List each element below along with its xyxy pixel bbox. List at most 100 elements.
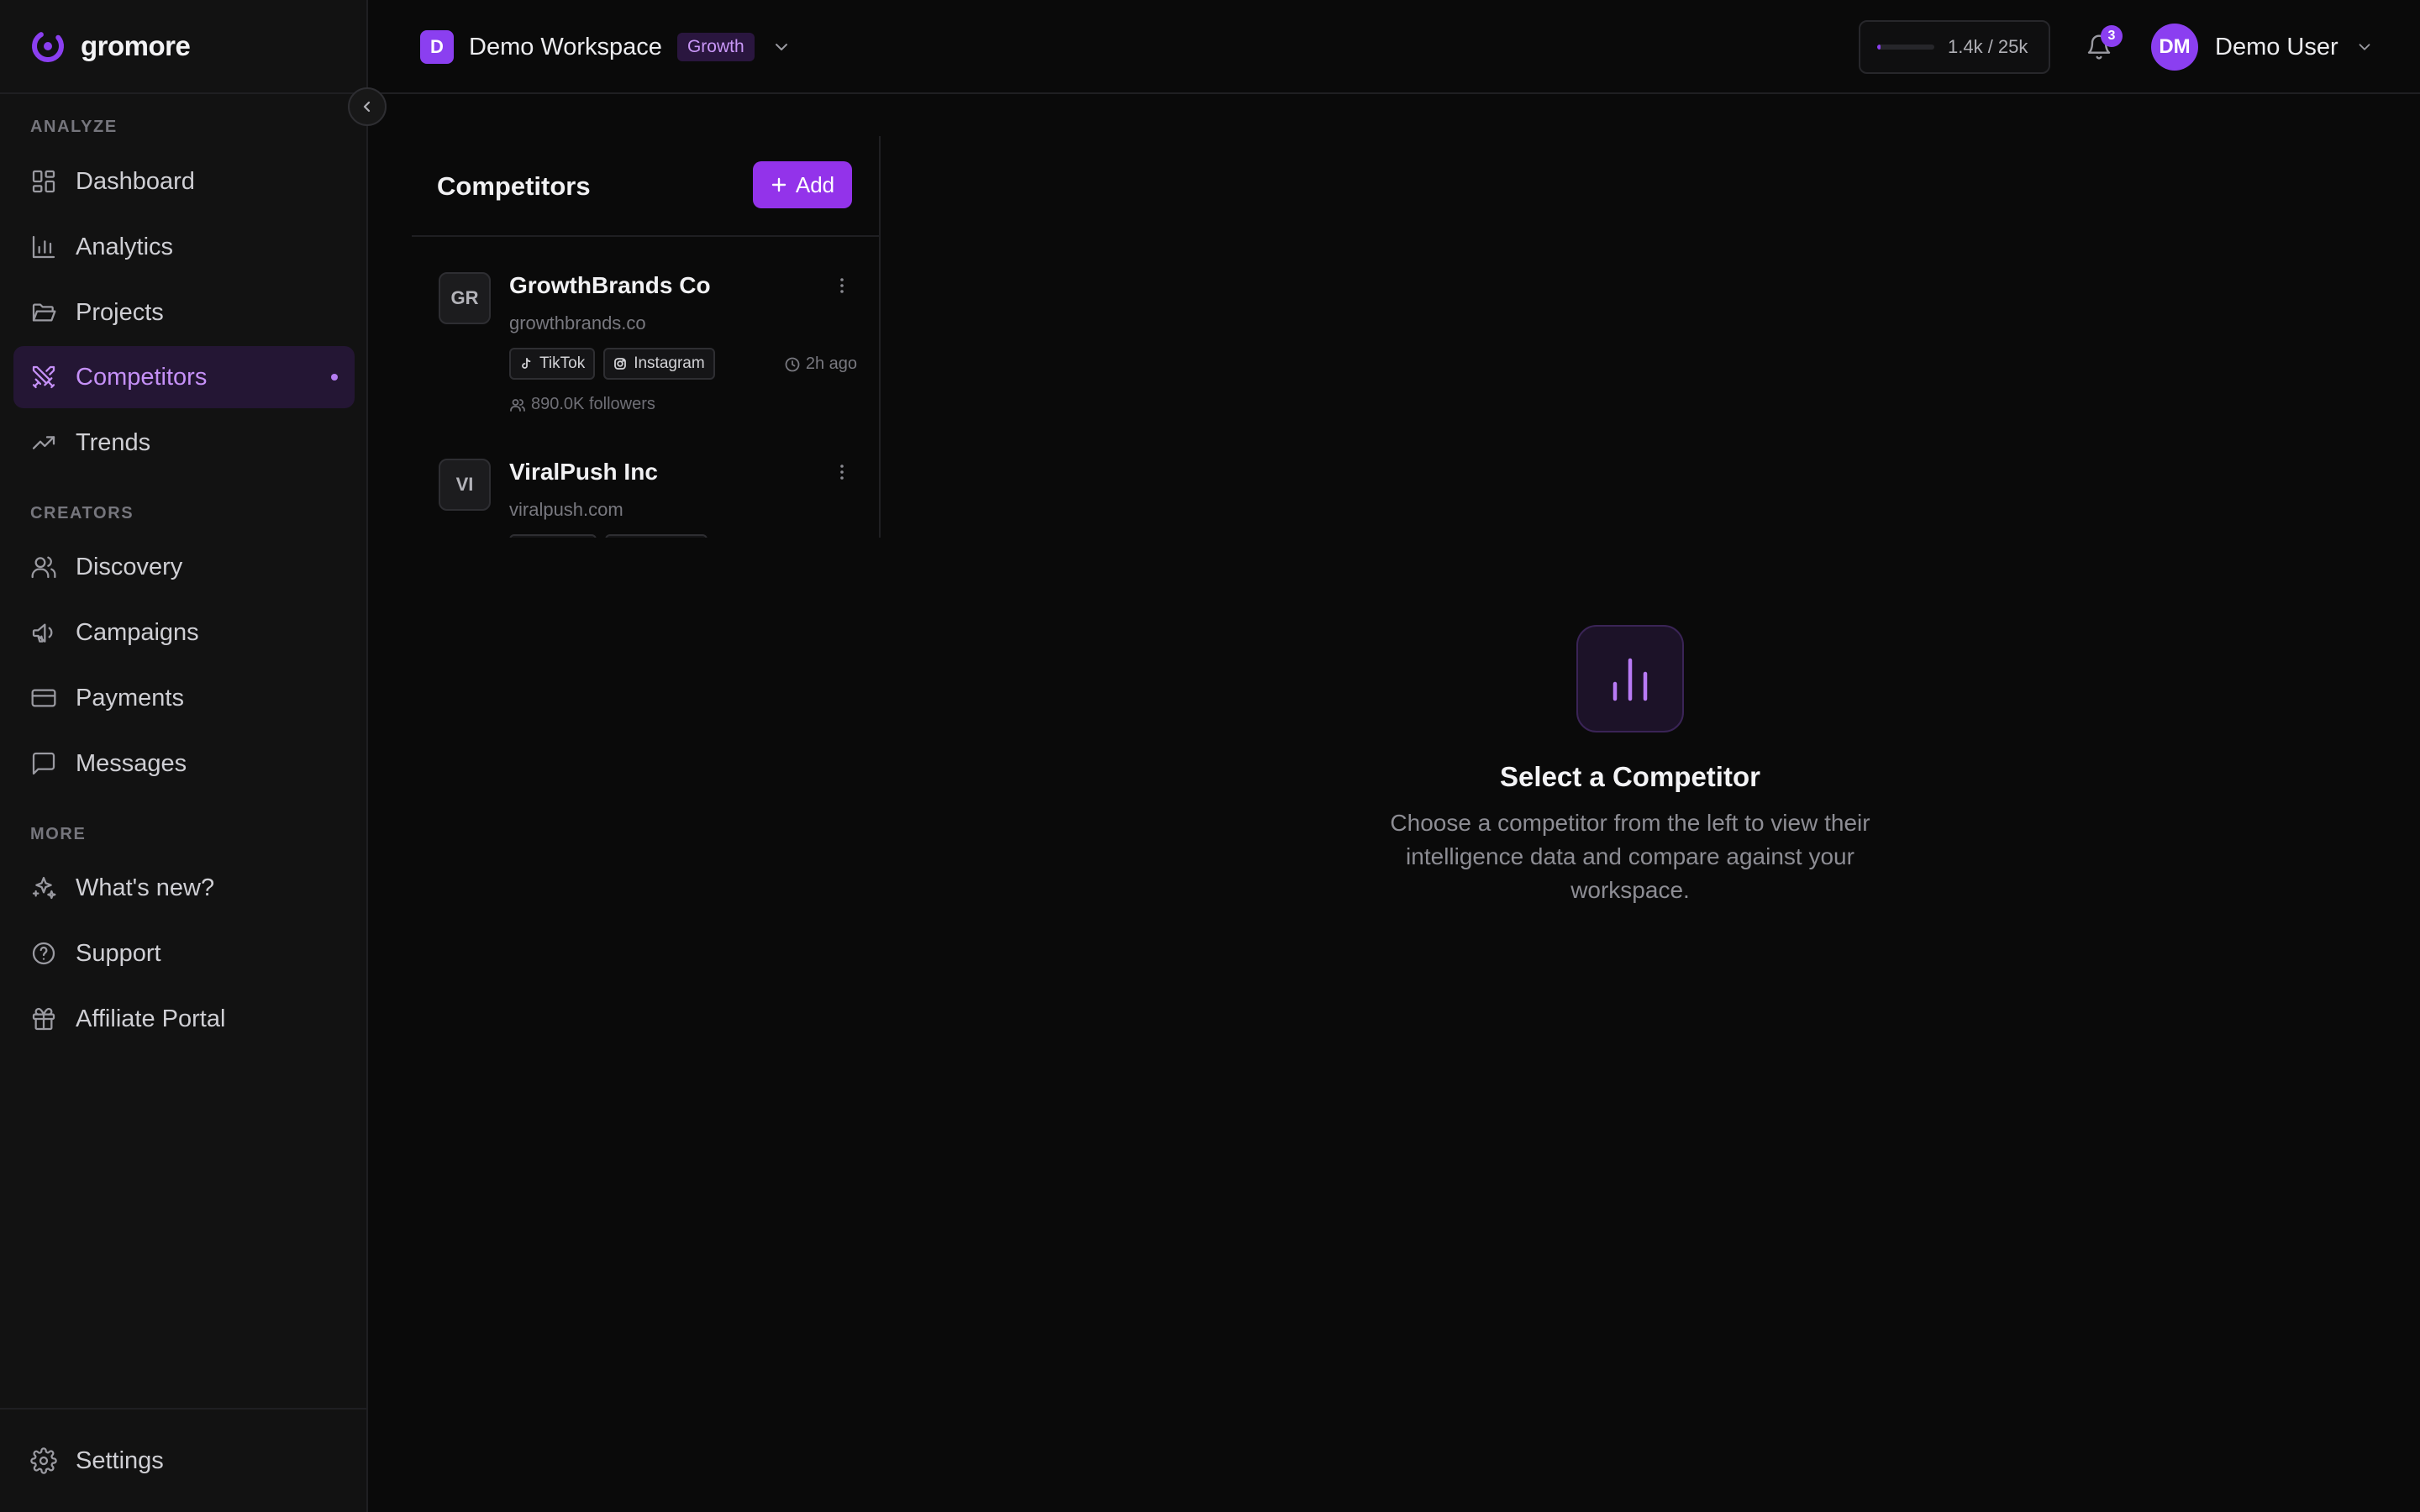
megaphone-icon <box>32 623 53 643</box>
follower-count-text: 890.0K followers <box>531 395 655 413</box>
usage-text: 1.4k / 25k <box>1948 36 2028 57</box>
competitor-domain: growthbrands.co <box>509 312 646 333</box>
sidebar-item-label: Analytics <box>76 233 174 260</box>
sidebar-item-affiliate-portal[interactable]: Affiliate Portal <box>13 988 355 1050</box>
empty-state-description: Choose a competitor from the left to vie… <box>1390 810 1870 903</box>
brand[interactable]: gromore <box>30 27 191 66</box>
sidebar-item-label: Affiliate Portal <box>76 1005 226 1032</box>
workspace-name: Demo Workspace <box>469 33 662 60</box>
gear-icon <box>30 1447 57 1474</box>
sidebar-item-support[interactable]: Support <box>13 922 355 984</box>
sidebar-item-projects[interactable]: Projects <box>13 281 355 344</box>
sidebar-item-label: Trends <box>76 428 151 456</box>
competitors-panel: Competitors Add GR GrowthBrands Co growt… <box>412 136 881 538</box>
app-root: gromore ANALYZE Dashboard Analytics Proj… <box>0 0 2420 1512</box>
brand-logo-icon <box>32 30 64 62</box>
sidebar-item-payments[interactable]: Payments <box>13 667 355 729</box>
help-circle-icon <box>32 942 55 965</box>
workspace-avatar: D <box>420 30 454 64</box>
sidebar-item-whats-new[interactable]: What's new? <box>13 857 355 919</box>
folder-open-icon <box>32 303 56 322</box>
notification-count-badge: 3 <box>2101 25 2123 47</box>
users-icon <box>31 556 56 579</box>
platform-tag-label: TikTok <box>539 354 586 372</box>
add-button-label: Add <box>795 171 835 197</box>
last-updated: 2h ago <box>784 354 857 374</box>
sidebar-item-dashboard[interactable]: Dashboard <box>13 150 355 213</box>
top-header: D Demo Workspace Growth 1.4k / 25k 3 DM … <box>370 0 2420 94</box>
competitor-menu-button[interactable] <box>832 462 852 482</box>
trending-up-icon <box>32 436 55 449</box>
tiktok-icon <box>522 358 531 369</box>
platform-tag-label: Instagram <box>634 354 705 372</box>
instagram-icon <box>614 358 627 370</box>
usage-meter[interactable]: 1.4k / 25k <box>1859 20 2050 74</box>
platform-tag <box>509 534 597 538</box>
platform-tag-tiktok: TikTok <box>509 348 596 380</box>
clock-icon <box>785 357 800 371</box>
sidebar-item-label: Payments <box>76 684 184 711</box>
platform-tags: TikTok Instagram <box>509 348 715 380</box>
user-menu[interactable]: DM Demo User <box>2151 24 2374 71</box>
sidebar-item-label: Dashboard <box>76 167 195 195</box>
sidebar-item-label: Settings <box>76 1446 164 1474</box>
sidebar-item-label: Campaigns <box>76 618 199 646</box>
sidebar-item-label: Support <box>76 939 161 967</box>
empty-state-icon <box>1576 625 1684 732</box>
add-competitor-button[interactable]: Add <box>753 161 852 208</box>
empty-state-title: Select a Competitor <box>1500 761 1760 792</box>
sidebar-collapse-button[interactable] <box>348 87 387 126</box>
sidebar-item-messages[interactable]: Messages <box>13 732 355 795</box>
user-name: Demo User <box>2215 33 2338 60</box>
sidebar: gromore ANALYZE Dashboard Analytics Proj… <box>0 0 387 1512</box>
active-indicator-dot <box>331 374 338 381</box>
platform-tags <box>509 534 708 538</box>
competitor-avatar: VI <box>439 459 491 511</box>
chevron-left-icon <box>363 101 371 113</box>
sidebar-item-label: What's new? <box>76 874 215 901</box>
notifications-button[interactable]: 3 <box>2081 25 2123 66</box>
competitor-name: GrowthBrands Co <box>509 272 711 298</box>
last-updated-text: 2h ago <box>805 354 857 373</box>
workspace-switcher[interactable]: D Demo Workspace Growth <box>420 30 792 64</box>
bar-chart-icon <box>1612 658 1648 701</box>
sidebar-item-analytics[interactable]: Analytics <box>13 216 355 278</box>
plus-icon <box>771 177 786 192</box>
panel-title: Competitors <box>437 171 591 201</box>
message-square-icon <box>32 752 55 775</box>
sidebar-item-label: Projects <box>76 298 164 326</box>
gift-icon <box>32 1007 55 1031</box>
dashboard-icon <box>32 170 55 193</box>
avatar: DM <box>2151 24 2198 71</box>
sparkles-icon <box>32 876 56 900</box>
brand-name: gromore <box>81 30 191 61</box>
competitor-domain: viralpush.com <box>509 499 623 520</box>
nav-section-more: MORE <box>30 825 87 843</box>
more-vertical-icon <box>840 465 844 480</box>
sidebar-item-campaigns[interactable]: Campaigns <box>13 601 355 664</box>
chevron-down-icon <box>775 44 787 50</box>
sidebar-item-competitors[interactable]: Competitors <box>13 346 355 408</box>
panel-divider <box>412 235 879 237</box>
platform-tag <box>605 534 708 538</box>
nav-section-analyze: ANALYZE <box>30 118 118 136</box>
follower-count: 890.0K followers <box>509 395 655 414</box>
competitor-item-growthbrands[interactable]: GR GrowthBrands Co growthbrands.co TikTo… <box>437 272 857 440</box>
sidebar-item-discovery[interactable]: Discovery <box>13 536 355 598</box>
chevron-down-icon <box>2359 44 2370 50</box>
bar-chart-icon <box>32 235 55 259</box>
more-vertical-icon <box>840 278 844 293</box>
sidebar-item-label: Competitors <box>76 363 208 391</box>
competitor-menu-button[interactable] <box>832 276 852 296</box>
nav-section-creators: CREATORS <box>30 504 134 522</box>
usage-progress-fill <box>1877 45 1881 50</box>
swords-icon <box>32 365 55 389</box>
sidebar-bottom-divider <box>0 1408 368 1410</box>
competitor-item-viralpush[interactable]: VI ViralPush Inc viralpush.com <box>437 459 857 538</box>
usage-progress-bar <box>1877 45 1934 50</box>
sidebar-item-settings[interactable]: Settings <box>13 1430 355 1492</box>
credit-card-icon <box>31 689 56 707</box>
users-icon <box>510 398 525 412</box>
plan-badge: Growth <box>676 33 755 61</box>
sidebar-item-trends[interactable]: Trends <box>13 412 355 474</box>
